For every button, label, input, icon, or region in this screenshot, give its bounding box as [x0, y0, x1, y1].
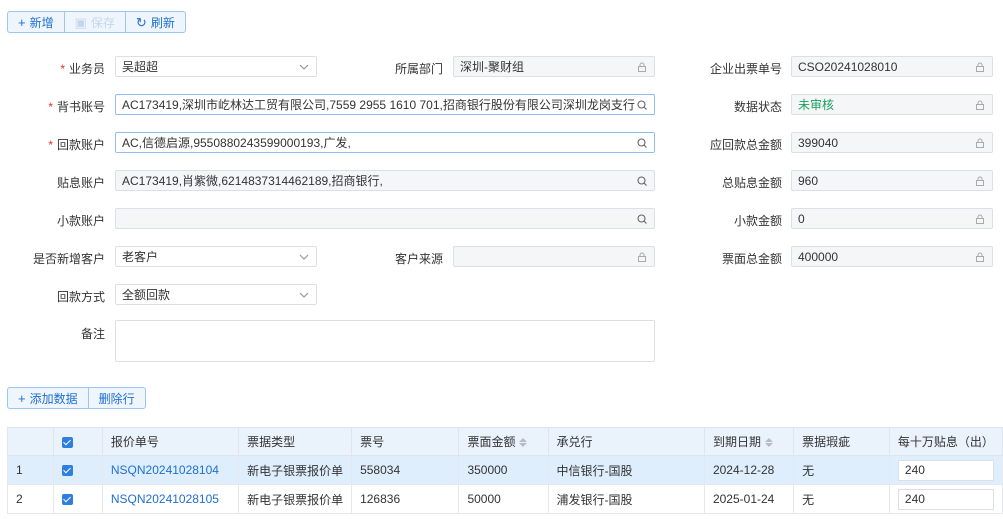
ticket-no-label: 企业出票单号: [709, 62, 782, 76]
data-status-label: 数据状态: [733, 100, 782, 114]
small-account-field[interactable]: [115, 208, 655, 229]
interest-cell: 240: [888, 455, 1003, 485]
repay-method-label: 回款方式: [56, 290, 105, 304]
plus-icon: +: [18, 390, 26, 406]
remark-textarea[interactable]: [115, 320, 655, 362]
save-button[interactable]: ▣ 保存: [65, 12, 126, 32]
refresh-button[interactable]: ↻ 刷新: [126, 12, 185, 32]
chevron-down-icon: [299, 292, 309, 298]
search-icon[interactable]: [636, 99, 648, 111]
endorse-account-field[interactable]: AC173419,深圳市屹林达工贸有限公司,7559 2955 1610 701…: [115, 94, 655, 115]
due-header[interactable]: 到期日期: [703, 427, 795, 456]
face-total-field: 400000: [791, 246, 993, 267]
interest-input[interactable]: 240: [897, 459, 994, 481]
data-status-field: 未审核: [791, 94, 993, 115]
lock-icon: [638, 252, 646, 262]
repay-account-field[interactable]: AC,信德启源,9550880243599000193,广发,: [115, 132, 655, 153]
receivable-total-label: 应回款总金额: [709, 138, 782, 152]
department-field: 深圳-聚财组: [453, 56, 655, 77]
bank-cell: 浦发银行-国股: [547, 484, 705, 514]
repay-method-select[interactable]: 全额回款: [115, 284, 317, 305]
discount-total-field: 960: [791, 170, 993, 191]
quote-table: 报价单号 票据类型 票号 票面金额 承兑行 到期日期 票据瑕疵 每十万贴息（出）…: [6, 427, 1003, 514]
quote-no-link[interactable]: NSQN20241028104: [101, 455, 240, 485]
table-row[interactable]: 1 NSQN20241028104 新电子银票报价单 558034 350000…: [6, 455, 1003, 485]
flaw-cell: 无: [793, 455, 890, 485]
small-account-label: 小款账户: [56, 214, 105, 228]
delete-row-button[interactable]: 删除行: [89, 388, 145, 408]
ticket-header: 票号: [351, 427, 460, 456]
discount-account-label: 贴息账户: [56, 176, 105, 190]
chevron-down-icon: [299, 254, 309, 260]
customer-source-field: [453, 246, 655, 267]
lock-icon: [976, 100, 984, 110]
ticket-cell: 126836: [351, 484, 460, 514]
lock-icon: [976, 252, 984, 262]
index-header: [6, 427, 55, 456]
save-icon: ▣: [74, 14, 87, 30]
endorse-account-label: * 背书账号: [48, 100, 105, 114]
discount-account-field[interactable]: AC173419,肖紫微,6214837314462189,招商银行,: [115, 170, 655, 191]
amount-cell: 50000: [458, 484, 549, 514]
checkbox-icon[interactable]: [62, 465, 74, 477]
discount-total-label: 总贴息金额: [721, 176, 782, 190]
salesperson-select[interactable]: 吴超超: [115, 56, 317, 77]
search-icon[interactable]: [636, 137, 648, 149]
repay-account-label: * 回款账户: [48, 138, 105, 152]
lock-icon: [976, 62, 984, 72]
interest-input[interactable]: 240: [897, 488, 994, 510]
bank-cell: 中信银行-国股: [547, 455, 705, 485]
amount-cell: 350000: [458, 455, 549, 485]
table-header-row: 报价单号 票据类型 票号 票面金额 承兑行 到期日期 票据瑕疵 每十万贴息（出）: [6, 427, 1003, 456]
search-icon[interactable]: [636, 175, 648, 187]
small-amount-field: 0: [791, 208, 993, 229]
type-cell: 新电子银票报价单: [238, 455, 353, 485]
row-checkbox[interactable]: [53, 484, 103, 514]
row-index: 2: [6, 484, 55, 514]
bank-header: 承兑行: [547, 427, 705, 456]
row-checkbox[interactable]: [53, 455, 103, 485]
flaw-header: 票据瑕疵: [793, 427, 890, 456]
sort-icon[interactable]: [519, 437, 528, 448]
interest-cell: 240: [888, 484, 1003, 514]
plus-icon: +: [18, 14, 26, 30]
refresh-icon: ↻: [135, 14, 147, 30]
row-index: 1: [6, 455, 55, 485]
select-all-header[interactable]: [53, 427, 103, 456]
add-button[interactable]: + 新增: [8, 12, 65, 32]
type-header: 票据类型: [238, 427, 353, 456]
interest-header: 每十万贴息（出）: [888, 427, 1003, 456]
chevron-down-icon: [299, 64, 309, 70]
department-label: 所属部门: [394, 62, 443, 76]
amount-header[interactable]: 票面金额: [458, 427, 549, 456]
type-cell: 新电子银票报价单: [238, 484, 353, 514]
lock-icon: [638, 62, 646, 72]
add-data-button[interactable]: + 添加数据: [8, 388, 89, 408]
new-customer-select[interactable]: 老客户: [115, 246, 317, 267]
sort-icon[interactable]: [764, 437, 773, 448]
flaw-cell: 无: [793, 484, 890, 514]
search-icon[interactable]: [636, 213, 648, 225]
checkbox-icon[interactable]: [62, 436, 74, 448]
customer-source-label: 客户来源: [394, 252, 443, 266]
salesperson-label: * 业务员: [60, 62, 105, 76]
new-customer-label: 是否新增客户: [32, 252, 105, 266]
small-amount-label: 小款金额: [733, 214, 782, 228]
ticket-cell: 558034: [351, 455, 460, 485]
lock-icon: [976, 214, 984, 224]
lock-icon: [976, 138, 984, 148]
remark-label: 备注: [80, 327, 105, 341]
table-row[interactable]: 2 NSQN20241028105 新电子银票报价单 126836 50000 …: [6, 484, 1003, 514]
due-cell: 2025-01-24: [703, 484, 795, 514]
quote-no-header: 报价单号: [101, 427, 240, 456]
checkbox-icon[interactable]: [62, 494, 74, 506]
face-total-label: 票面总金额: [721, 252, 782, 266]
ticket-no-field: CSO20241028010: [791, 56, 993, 77]
main-toolbar: + 新增 ▣ 保存 ↻ 刷新: [7, 11, 186, 33]
lock-icon: [976, 176, 984, 186]
due-cell: 2024-12-28: [703, 455, 795, 485]
table-toolbar: + 添加数据 删除行: [7, 387, 146, 409]
quote-no-link[interactable]: NSQN20241028105: [101, 484, 240, 514]
receivable-total-field: 399040: [791, 132, 993, 153]
